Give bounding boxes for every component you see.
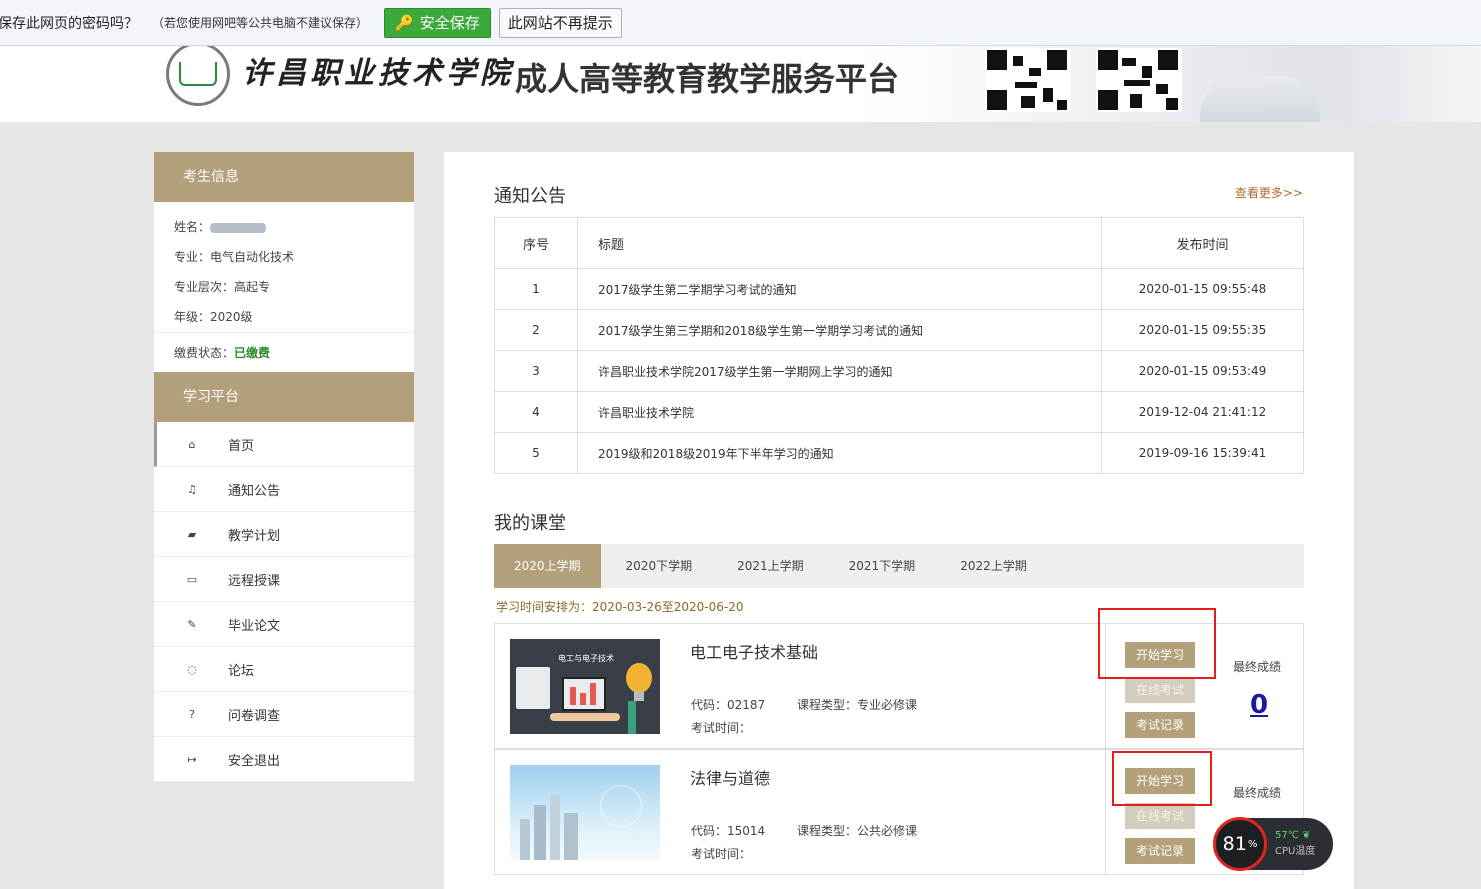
key-icon: 🔑: [395, 13, 414, 32]
student-info-card: 考生信息 姓名： 专业：电气自动化技术 专业层次：高起专 年级：2020级 缴费…: [154, 152, 414, 373]
classroom-title: 我的课堂: [494, 513, 566, 534]
table-row[interactable]: 4 许昌职业技术学院 2019-12-04 21:41:12: [494, 391, 1304, 433]
tab-2021-fall[interactable]: 2021下学期: [829, 544, 936, 588]
view-more-link[interactable]: 查看更多>>: [1235, 184, 1303, 201]
exam-record-button[interactable]: 考试记录: [1125, 838, 1195, 864]
sidebar-item-logout[interactable]: ↦ 安全退出: [154, 737, 414, 782]
final-score-link[interactable]: 0: [1250, 690, 1268, 720]
platform-menu: 学习平台 ⌂ 首页 ♫ 通知公告 ▰ 教学计划 ▭ 远程授课 ✎ 毕业论文 ◌ …: [154, 372, 414, 782]
book-icon: ▰: [187, 527, 197, 541]
safe-save-label: 安全保存: [419, 14, 480, 32]
table-row[interactable]: 5 2019级和2018级2019年下半年学习的通知 2019-09-16 15…: [494, 432, 1304, 474]
exam-record-button[interactable]: 考试记录: [1125, 712, 1195, 738]
student-grade: 年级：2020级: [174, 310, 253, 324]
platform-title: 成人高等教育教学服务平台: [515, 60, 900, 98]
sidebar-item-home[interactable]: ⌂ 首页: [154, 422, 414, 467]
safe-save-button[interactable]: 🔑 安全保存: [384, 7, 491, 38]
password-save-question: 保存此网页的密码吗？: [0, 15, 138, 32]
school-logo-icon: [166, 46, 230, 106]
notices-table: 序号 标题 发布时间 1 2017级学生第二学期学习考试的通知 2020-01-…: [494, 217, 1304, 474]
table-row[interactable]: 1 2017级学生第二学期学习考试的通知 2020-01-15 09:55:48: [494, 268, 1304, 310]
platform-menu-heading: 学习平台: [154, 372, 414, 422]
leaf-icon: ❦: [1302, 830, 1311, 841]
sidebar-item-teaching-plan[interactable]: ▰ 教学计划: [154, 512, 414, 557]
home-icon: ⌂: [188, 437, 196, 451]
student-name: 姓名：: [154, 212, 414, 242]
study-schedule: 学习时间安排为：2020-03-26至2020-06-20: [496, 600, 744, 614]
course-type: 课程类型：公共必修课: [797, 824, 918, 838]
logout-icon: ↦: [187, 752, 197, 766]
highlight-box: [1112, 751, 1212, 806]
notice-title-link[interactable]: 许昌职业技术学院2017级学生第一学期网上学习的通知: [577, 350, 1102, 392]
highlight-box: [1098, 608, 1216, 679]
table-row[interactable]: 2 2017级学生第三学期和2018级学生第一学期学习考试的通知 2020-01…: [494, 309, 1304, 351]
cpu-temperature: 57℃ ❦: [1275, 830, 1311, 841]
column-header-title: 标题: [577, 217, 1102, 269]
payment-status-value: 已缴费: [234, 346, 271, 360]
tab-2020-fall[interactable]: 2020下学期: [606, 544, 713, 588]
online-exam-button[interactable]: 在线考试: [1125, 803, 1195, 829]
sidebar-item-forum[interactable]: ◌ 论坛: [154, 647, 414, 692]
student-info-heading: 考生信息: [154, 152, 414, 202]
course-thumbnail: [510, 765, 660, 860]
notice-title-link[interactable]: 2017级学生第三学期和2018级学生第一学期学习考试的通知: [577, 309, 1102, 351]
redacted-name: [210, 222, 267, 233]
main-content: 通知公告 查看更多>> 序号 标题 发布时间 1 2017级学生第二学期学习考试…: [444, 152, 1354, 889]
sidebar-item-thesis[interactable]: ✎ 毕业论文: [154, 602, 414, 647]
thumbnail-caption: 电工与电子技术: [558, 654, 614, 663]
tab-2022-spring[interactable]: 2022上学期: [940, 544, 1047, 588]
school-name: 许昌职业技术学院: [242, 56, 514, 91]
question-icon: ?: [189, 707, 195, 721]
bell-icon: ♫: [187, 482, 197, 496]
course-code: 代码：15014: [691, 824, 766, 838]
cpu-usage-ring: 81%: [1213, 817, 1267, 871]
course-name: 电工电子技术基础: [690, 643, 819, 662]
final-score-label: 最终成绩: [1233, 660, 1282, 674]
monitor-icon: ▭: [186, 572, 198, 586]
course-code: 代码：02187: [691, 698, 766, 712]
never-prompt-button[interactable]: 此网站不再提示: [498, 7, 622, 38]
course-type: 课程类型：专业必修课: [797, 698, 918, 712]
open-book-decoration: [1200, 76, 1320, 122]
cpu-monitor-widget[interactable]: 81% 57℃ ❦ CPU温度: [1213, 817, 1333, 871]
cpu-temp-label: CPU温度: [1275, 846, 1316, 857]
notices-title: 通知公告: [494, 186, 566, 207]
tab-2021-spring[interactable]: 2021上学期: [717, 544, 824, 588]
sidebar-item-survey[interactable]: ? 问卷调查: [154, 692, 414, 737]
sidebar-item-notices[interactable]: ♫ 通知公告: [154, 467, 414, 512]
table-header-row: 序号 标题 发布时间: [494, 217, 1304, 269]
qr-code-icon: [985, 48, 1071, 112]
edit-icon: ✎: [187, 617, 197, 631]
notice-title-link[interactable]: 许昌职业技术学院: [577, 391, 1102, 433]
semester-tabs: 2020上学期 2020下学期 2021上学期 2021下学期 2022上学期: [494, 544, 1304, 588]
final-score-label: 最终成绩: [1233, 786, 1282, 800]
column-header-no: 序号: [494, 217, 578, 269]
password-save-hint: （若您使用网吧等公共电脑不建议保存）: [152, 16, 369, 30]
comment-icon: ◌: [187, 662, 197, 676]
notice-title-link[interactable]: 2017级学生第二学期学习考试的通知: [577, 268, 1102, 310]
sidebar-item-remote-lecture[interactable]: ▭ 远程授课: [154, 557, 414, 602]
student-major: 专业：电气自动化技术: [174, 250, 295, 264]
course-thumbnail: 电工与电子技术: [510, 639, 660, 734]
student-level: 专业层次：高起专: [174, 280, 271, 294]
notice-title-link[interactable]: 2019级和2018级2019年下半年学习的通知: [577, 432, 1102, 474]
exam-time: 考试时间：: [691, 721, 752, 735]
online-exam-button[interactable]: 在线考试: [1125, 677, 1195, 703]
tab-2020-spring[interactable]: 2020上学期: [494, 544, 601, 588]
exam-time: 考试时间：: [691, 847, 752, 861]
payment-status: 缴费状态：已缴费: [174, 346, 271, 360]
site-header: 许昌职业技术学院 成人高等教育教学服务平台: [0, 46, 1481, 122]
course-name: 法律与道德: [690, 769, 771, 788]
password-save-bar: 保存此网页的密码吗？ （若您使用网吧等公共电脑不建议保存） 🔑 安全保存 此网站…: [0, 0, 1481, 46]
table-row[interactable]: 3 许昌职业技术学院2017级学生第一学期网上学习的通知 2020-01-15 …: [494, 350, 1304, 392]
column-header-time: 发布时间: [1101, 217, 1304, 269]
qr-code-icon: [1096, 48, 1182, 112]
